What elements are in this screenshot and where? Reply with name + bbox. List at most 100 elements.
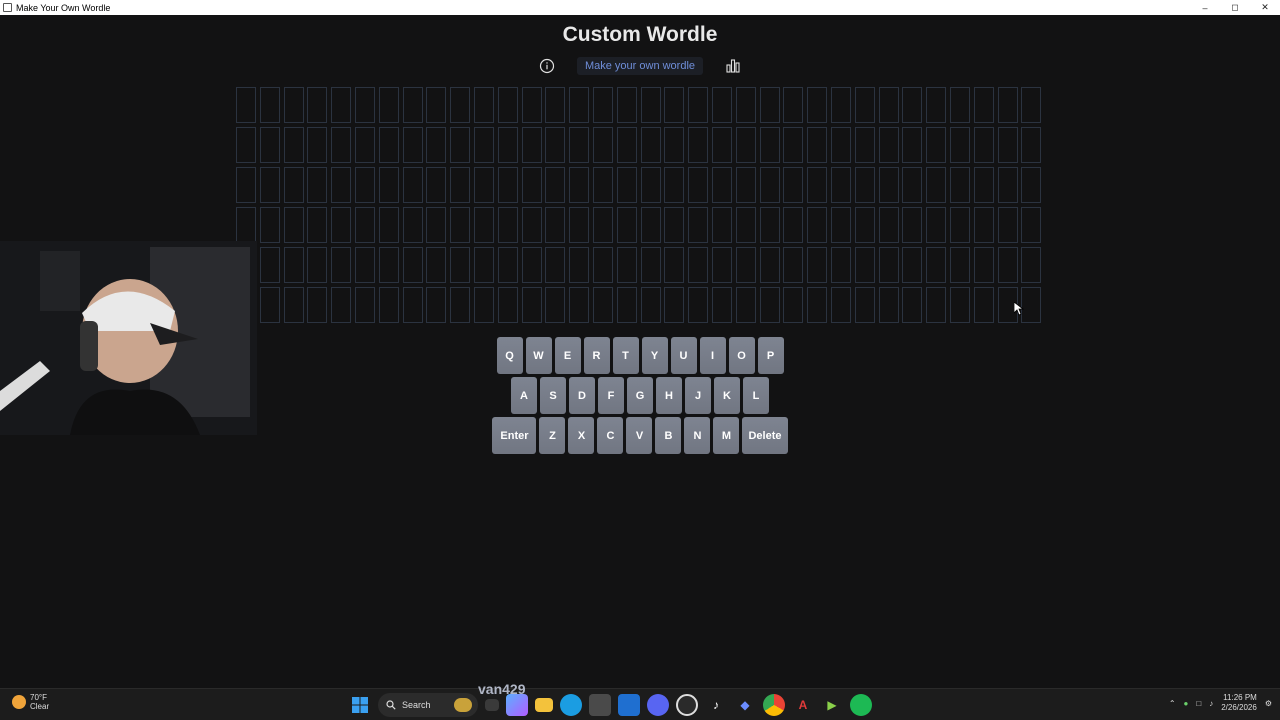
close-icon[interactable]: ✕ — [1250, 0, 1280, 15]
network-icon[interactable]: □ — [1196, 699, 1201, 708]
weather-widget[interactable]: 70°F Clear — [12, 693, 49, 711]
grid-cell — [236, 87, 256, 123]
key-y[interactable]: Y — [641, 337, 668, 374]
grid-cell — [830, 87, 851, 123]
key-f[interactable]: F — [598, 377, 624, 414]
grid-cell — [283, 207, 304, 243]
grid-cell — [854, 207, 875, 243]
grid-cell — [949, 167, 970, 203]
grid-cell — [378, 127, 399, 163]
grid-cell — [926, 167, 947, 203]
grid-cell — [545, 207, 566, 243]
grid-cell — [830, 287, 851, 323]
app-diamond-icon[interactable]: ◆ — [734, 694, 756, 716]
tiktok-icon[interactable]: ♪ — [705, 694, 727, 716]
grid-cell — [783, 87, 804, 123]
info-icon[interactable] — [537, 56, 557, 76]
subnav: Make your own wordle — [0, 56, 1280, 76]
key-b[interactable]: B — [655, 417, 682, 454]
microphone-icon[interactable]: ● — [1184, 699, 1189, 708]
key-d[interactable]: D — [569, 377, 595, 414]
edge-icon[interactable] — [560, 694, 582, 716]
key-u[interactable]: U — [670, 337, 697, 374]
grid-cell — [569, 247, 590, 283]
grid-cell — [807, 287, 828, 323]
key-j[interactable]: J — [685, 377, 711, 414]
key-n[interactable]: N — [684, 417, 711, 454]
windows-start-icon[interactable] — [349, 694, 371, 716]
key-a[interactable]: A — [511, 377, 537, 414]
grid-cell — [902, 87, 923, 123]
key-h[interactable]: H — [656, 377, 682, 414]
key-s[interactable]: S — [540, 377, 566, 414]
key-w[interactable]: W — [525, 337, 552, 374]
maximize-icon[interactable]: ◻ — [1220, 0, 1250, 15]
key-delete[interactable]: Delete — [742, 417, 788, 454]
grid-cell — [973, 167, 994, 203]
grid-cell — [426, 167, 447, 203]
key-g[interactable]: G — [627, 377, 653, 414]
notification-icon[interactable]: ⚙ — [1265, 699, 1272, 708]
key-q[interactable]: Q — [496, 337, 523, 374]
grid-cell — [973, 207, 994, 243]
grid-cell — [569, 127, 590, 163]
grid-cell — [807, 247, 828, 283]
grid-cell — [473, 127, 494, 163]
key-c[interactable]: C — [597, 417, 624, 454]
grid-cell — [688, 127, 709, 163]
grid-cell — [592, 207, 613, 243]
chevron-up-icon[interactable]: ⌃ — [1169, 699, 1176, 708]
grid-cell — [426, 287, 447, 323]
task-view-icon[interactable] — [485, 699, 499, 711]
grid-cell — [997, 87, 1018, 123]
grid-cell — [854, 247, 875, 283]
spotify-icon[interactable] — [850, 694, 872, 716]
key-z[interactable]: Z — [539, 417, 566, 454]
key-enter[interactable]: Enter — [492, 417, 537, 454]
key-o[interactable]: O — [728, 337, 755, 374]
grid-cell — [878, 167, 899, 203]
taskbar-search[interactable]: Search — [378, 693, 478, 717]
app-play-icon[interactable]: ▶ — [821, 694, 843, 716]
file-explorer-icon[interactable] — [535, 698, 553, 712]
grid-cell — [569, 207, 590, 243]
copilot-icon[interactable] — [506, 694, 528, 716]
key-m[interactable]: M — [713, 417, 740, 454]
grid-cell — [354, 87, 375, 123]
store-icon[interactable] — [589, 694, 611, 716]
grid-cell — [331, 207, 352, 243]
grid-cell — [450, 127, 471, 163]
minimize-icon[interactable]: – — [1190, 0, 1220, 15]
discord-icon[interactable] — [647, 694, 669, 716]
key-l[interactable]: L — [743, 377, 769, 414]
grid-cell — [926, 87, 947, 123]
grid-cell — [259, 167, 280, 203]
make-your-own-wordle-link[interactable]: Make your own wordle — [576, 57, 704, 75]
key-x[interactable]: X — [568, 417, 595, 454]
grid-cell — [711, 167, 732, 203]
key-r[interactable]: R — [583, 337, 610, 374]
keyboard-row-2: ASDFGHJKL — [511, 377, 769, 414]
clock[interactable]: 11:26 PM 2/26/2026 — [1221, 693, 1257, 713]
outlook-icon[interactable] — [618, 694, 640, 716]
app-a-icon[interactable]: A — [792, 694, 814, 716]
key-t[interactable]: T — [612, 337, 639, 374]
grid-cell — [688, 87, 709, 123]
key-p[interactable]: P — [757, 337, 784, 374]
grid-cell — [688, 207, 709, 243]
volume-icon[interactable]: ♪ — [1209, 699, 1213, 708]
key-k[interactable]: K — [714, 377, 740, 414]
chrome-icon[interactable] — [763, 694, 785, 716]
grid-cell — [426, 207, 447, 243]
grid-cell — [949, 247, 970, 283]
key-e[interactable]: E — [554, 337, 581, 374]
grid-cell — [878, 247, 899, 283]
key-i[interactable]: I — [699, 337, 726, 374]
grid-cell — [759, 247, 780, 283]
bar-chart-icon[interactable] — [723, 56, 743, 76]
obs-icon[interactable] — [676, 694, 698, 716]
grid-cell — [735, 207, 756, 243]
grid-cell — [854, 287, 875, 323]
key-v[interactable]: V — [626, 417, 653, 454]
system-tray: ⌃ ● □ ♪ 11:26 PM 2/26/2026 ⚙ — [1169, 693, 1272, 713]
